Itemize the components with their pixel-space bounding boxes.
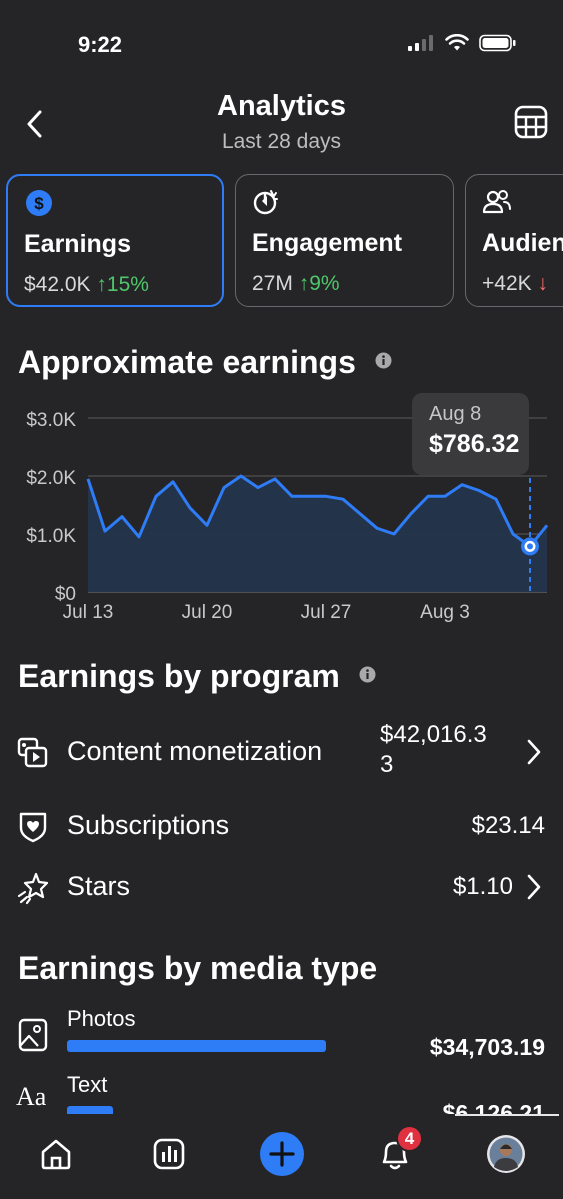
chevron-right-icon	[527, 874, 541, 900]
program-value: $23.14	[471, 812, 545, 839]
highlight-marker-core	[527, 543, 533, 550]
media-label: Text	[67, 1072, 108, 1097]
y-tick-label: $2.0K	[26, 468, 76, 489]
media-bar	[67, 1040, 327, 1052]
engagement-card[interactable]: Engagement 27M ↑9%	[235, 174, 454, 307]
program-row-subscriptions[interactable]: Subscriptions $23.14	[0, 796, 563, 854]
metric-cards: $ Earnings $42.0K ↑15% Engagement 27M ↑9…	[6, 174, 563, 308]
program-label: Content monetization	[67, 736, 323, 766]
card-change: ↓	[537, 272, 548, 295]
program-value: $42,016.33	[380, 721, 487, 778]
chevron-right-icon	[527, 739, 541, 765]
earnings-card[interactable]: $ Earnings $42.0K ↑15%	[6, 174, 224, 307]
card-change: ↑15%	[96, 273, 149, 296]
engagement-icon	[253, 190, 278, 215]
table-icon	[514, 105, 548, 139]
card-value-line: 27M ↑9%	[252, 272, 340, 296]
x-tick-label: Jul 27	[301, 602, 352, 623]
y-tick-label: $1.0K	[26, 526, 76, 547]
x-tick-label: Jul 20	[182, 602, 233, 623]
audience-card[interactable]: Audience +42K ↓	[465, 174, 563, 307]
battery-icon	[479, 34, 516, 52]
nav-insights[interactable]	[139, 1126, 199, 1182]
program-value: $1.10	[452, 873, 513, 900]
program-label: Stars	[67, 871, 131, 901]
nav-create[interactable]	[252, 1126, 312, 1182]
info-icon[interactable]	[359, 666, 376, 683]
card-change: ↑9%	[298, 272, 340, 295]
nav-profile[interactable]	[476, 1126, 536, 1182]
stars-icon	[17, 872, 49, 905]
card-value-line: $42.0K ↑15%	[24, 273, 149, 297]
date-range-subtitle[interactable]: Last 28 days	[0, 130, 563, 154]
media-bar-track	[67, 1106, 329, 1114]
earnings-by-program-title: Earnings by program	[18, 658, 376, 695]
card-label: Earnings	[24, 230, 131, 258]
earnings-by-media-type-title: Earnings by media type	[18, 950, 378, 986]
notification-badge: 4	[396, 1125, 423, 1152]
earnings-area	[88, 476, 547, 592]
status-icons	[407, 34, 517, 52]
card-label: Audience	[482, 229, 563, 257]
table-view-button[interactable]	[513, 104, 549, 140]
audience-icon	[482, 190, 511, 214]
media-value: $6,126.21	[442, 1100, 545, 1114]
card-value-line: +42K ↓	[482, 272, 548, 296]
bottom-nav	[0, 1116, 563, 1199]
x-tick-label: Aug 3	[420, 602, 470, 623]
plus-icon	[260, 1132, 304, 1176]
content-monetization-icon	[17, 737, 48, 768]
program-row-content-monetization[interactable]: Content monetization $42,016.33	[0, 721, 563, 780]
section-title-text: Approximate earnings	[18, 344, 356, 380]
media-label: Photos	[67, 1006, 136, 1031]
tooltip-value: $786.32	[429, 430, 520, 458]
avatar	[487, 1135, 525, 1173]
dollar-icon: $	[26, 190, 52, 216]
nav-home[interactable]	[26, 1126, 86, 1182]
approximate-earnings-title: Approximate earnings	[18, 344, 392, 381]
tooltip-date: Aug 8	[429, 403, 482, 425]
card-label: Engagement	[252, 229, 403, 257]
card-value: 27M	[252, 272, 293, 295]
y-tick-label: $3.0K	[26, 410, 76, 431]
card-value: $42.0K	[24, 273, 91, 296]
chart-tooltip: Aug 8 $786.32	[412, 393, 529, 475]
media-value: $34,703.19	[429, 1034, 545, 1060]
media-bar	[67, 1106, 113, 1114]
text-icon: Aa	[16, 1082, 47, 1111]
svg-text:$: $	[34, 194, 44, 213]
signal-icon	[408, 35, 433, 51]
wifi-icon	[445, 34, 469, 51]
home-icon	[41, 1139, 71, 1170]
media-bar-track	[67, 1040, 329, 1052]
photo-icon	[18, 1018, 48, 1052]
subscriptions-shield-icon	[19, 812, 47, 843]
media-row-text[interactable]: Aa Text $6,126.21	[0, 1072, 563, 1114]
section-title-text: Earnings by program	[18, 658, 340, 694]
card-value: +42K	[482, 272, 532, 295]
x-tick-label: Jul 13	[63, 602, 114, 623]
info-icon[interactable]	[375, 352, 392, 369]
status-time: 9:22	[78, 32, 123, 57]
program-label: Subscriptions	[67, 810, 230, 840]
insights-icon	[153, 1138, 185, 1170]
media-row-photos[interactable]: Photos $34,703.19	[0, 1006, 563, 1078]
program-row-stars[interactable]: Stars $1.10	[0, 857, 563, 915]
page-title: Analytics	[217, 90, 346, 122]
